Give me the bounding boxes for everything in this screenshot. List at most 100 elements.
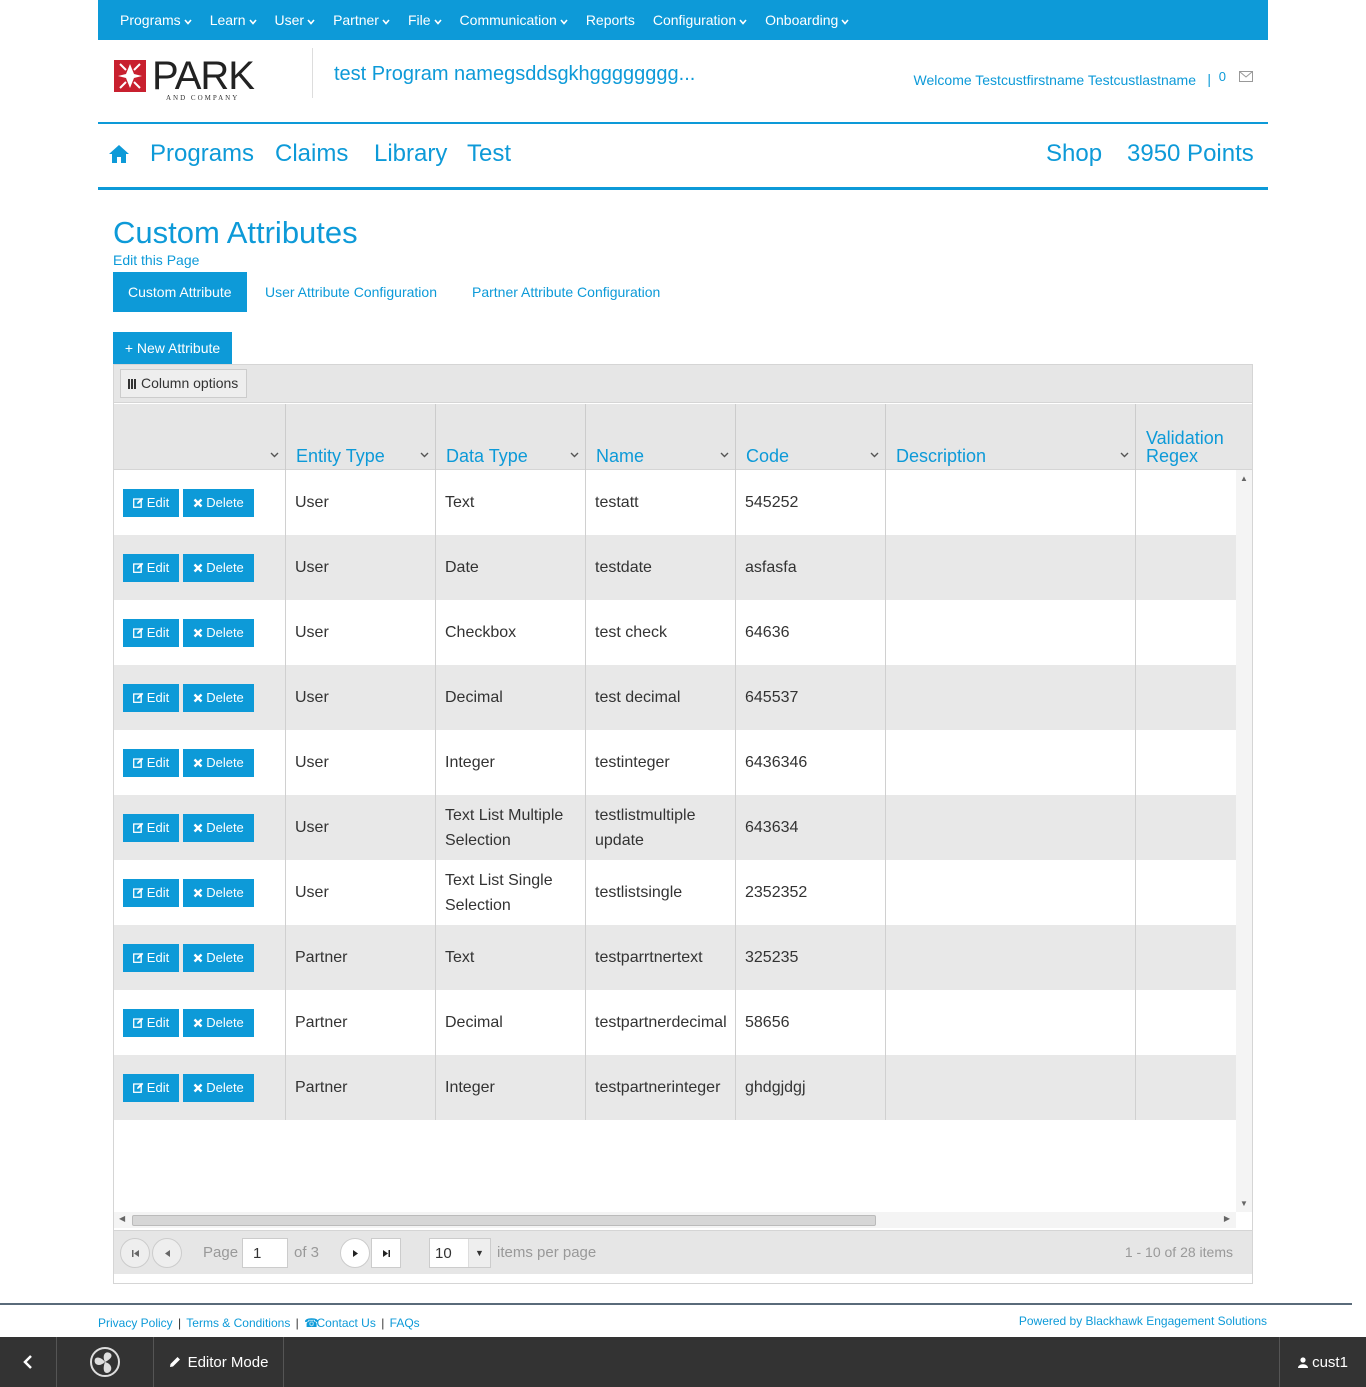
scroll-down-icon[interactable]: ▼ (1240, 1199, 1248, 1208)
cell-entity: User (285, 795, 435, 860)
delete-button[interactable]: Delete (183, 553, 254, 582)
cell-data-type: Text (435, 925, 585, 990)
delete-label: Delete (206, 560, 244, 575)
column-menu-chevron-icon[interactable] (870, 450, 879, 461)
edit-button[interactable]: Edit (123, 618, 179, 647)
delete-button[interactable]: Delete (183, 943, 254, 972)
edit-button[interactable]: Edit (123, 878, 179, 907)
column-menu-chevron-icon[interactable] (420, 450, 429, 461)
top-nav-communication[interactable]: Communication (460, 12, 568, 28)
page-number-input[interactable]: 1 (242, 1238, 288, 1268)
mail-icon[interactable] (1239, 71, 1253, 82)
first-page-icon[interactable] (120, 1238, 150, 1268)
column-header[interactable]: Validation Regex (1135, 404, 1236, 470)
nav-shop[interactable]: Shop (1046, 140, 1102, 168)
platform-logo-button[interactable] (57, 1337, 154, 1387)
nav-library[interactable]: Library (374, 140, 447, 168)
column-menu-chevron-icon[interactable] (570, 450, 579, 461)
column-menu-chevron-icon[interactable] (1120, 450, 1129, 461)
previous-page-icon[interactable] (152, 1238, 182, 1268)
horizontal-scrollbar[interactable]: ◀ ▶ (114, 1212, 1236, 1228)
top-nav-learn[interactable]: Learn (210, 12, 257, 28)
top-nav-programs[interactable]: Programs (120, 12, 192, 28)
powered-by-link[interactable]: Powered by Blackhawk Engagement Solution… (1019, 1314, 1267, 1328)
new-attribute-button[interactable]: + New Attribute (113, 332, 232, 364)
column-header-label: Validation Regex (1146, 428, 1224, 466)
delete-button[interactable]: Delete (183, 878, 254, 907)
contact-us-link[interactable]: Contact Us (316, 1316, 375, 1330)
edit-label: Edit (146, 1015, 170, 1030)
edit-button[interactable]: Edit (123, 1008, 179, 1037)
next-page-icon[interactable] (340, 1238, 370, 1268)
edit-button[interactable]: Edit (123, 748, 179, 777)
edit-button[interactable]: Edit (123, 488, 179, 517)
delete-button[interactable]: Delete (183, 813, 254, 842)
cell-code: 64636 (735, 600, 885, 665)
delete-button[interactable]: Delete (183, 1008, 254, 1037)
column-menu-chevron-icon[interactable] (270, 450, 279, 461)
admin-top-nav: Programs Learn User Partner File Communicatio… (98, 0, 1268, 40)
top-nav-user[interactable]: User (275, 12, 316, 28)
column-options-button[interactable]: Column options (120, 369, 248, 398)
column-menu-chevron-icon[interactable] (720, 450, 729, 461)
cell-code: 545252 (735, 470, 885, 535)
scroll-left-icon[interactable]: ◀ (119, 1214, 125, 1223)
header-separator: | (1207, 71, 1211, 87)
delete-button[interactable]: Delete (183, 618, 254, 647)
column-header[interactable]: Description (885, 404, 1135, 470)
top-nav-reports[interactable]: Reports (586, 12, 635, 28)
vertical-scrollbar[interactable]: ▲ ▼ (1236, 470, 1252, 1212)
table-row: Edit Delete User Integer testinteger 6436346 (114, 730, 1236, 795)
message-count[interactable]: 0 (1219, 69, 1226, 84)
delete-button[interactable]: Delete (183, 748, 254, 777)
points-balance[interactable]: 3950 Points (1127, 140, 1254, 168)
last-page-icon[interactable] (371, 1238, 401, 1268)
tab-user-attribute-configuration[interactable]: User Attribute Configuration (265, 272, 437, 312)
privacy-policy-link[interactable]: Privacy Policy (98, 1316, 173, 1330)
nav-claims[interactable]: Claims (275, 140, 348, 168)
top-nav-file[interactable]: File (408, 12, 442, 28)
cell-description (885, 665, 1135, 730)
edit-button[interactable]: Edit (123, 813, 179, 842)
close-icon (193, 1083, 203, 1092)
welcome-message[interactable]: Welcome Testcustfirstname Testcustlastna… (914, 72, 1196, 88)
footer-links: Privacy Policy | Terms & Conditions | ☎ … (98, 1316, 420, 1330)
faqs-link[interactable]: FAQs (390, 1316, 420, 1330)
top-nav-partner[interactable]: Partner (333, 12, 390, 28)
edit-page-link[interactable]: Edit this Page (113, 252, 199, 268)
edit-button[interactable]: Edit (123, 943, 179, 972)
tab-custom-attribute[interactable]: Custom Attribute (113, 272, 247, 312)
column-header[interactable]: Name (585, 404, 735, 470)
cell-code: 645537 (735, 665, 885, 730)
delete-button[interactable]: Delete (183, 488, 254, 517)
top-nav-onboarding[interactable]: Onboarding (765, 12, 849, 28)
editor-mode-button[interactable]: Editor Mode (154, 1337, 284, 1387)
page-size-select[interactable]: 10 ▼ (429, 1238, 491, 1268)
cell-description (885, 990, 1135, 1055)
user-icon (1298, 1356, 1309, 1368)
scroll-right-icon[interactable]: ▶ (1224, 1214, 1230, 1223)
column-header[interactable]: Entity Type (285, 404, 435, 470)
cell-data-type: Date (435, 535, 585, 600)
edit-button[interactable]: Edit (123, 1073, 179, 1102)
user-menu-button[interactable]: cust1 (1279, 1337, 1366, 1387)
scroll-up-icon[interactable]: ▲ (1240, 474, 1248, 483)
home-icon[interactable] (108, 144, 130, 164)
footer-separator: | (295, 1316, 299, 1330)
tab-partner-attribute-configuration[interactable]: Partner Attribute Configuration (472, 272, 660, 312)
program-name[interactable]: test Program namegsddsgkhgggggggg... (334, 63, 695, 86)
nav-programs[interactable]: Programs (150, 140, 254, 168)
edit-button[interactable]: Edit (123, 553, 179, 582)
delete-button[interactable]: Delete (183, 683, 254, 712)
top-nav-configuration[interactable]: Configuration (653, 12, 747, 28)
edit-button[interactable]: Edit (123, 683, 179, 712)
collapse-button[interactable] (0, 1337, 57, 1387)
delete-label: Delete (206, 625, 244, 640)
column-header[interactable]: Code (735, 404, 885, 470)
terms-link[interactable]: Terms & Conditions (186, 1316, 290, 1330)
delete-button[interactable]: Delete (183, 1073, 254, 1102)
park-logo[interactable]: PARK AND COMPANY (112, 56, 264, 104)
scroll-thumb[interactable] (132, 1215, 876, 1226)
nav-test[interactable]: Test (467, 140, 511, 168)
column-header[interactable]: Data Type (435, 404, 585, 470)
